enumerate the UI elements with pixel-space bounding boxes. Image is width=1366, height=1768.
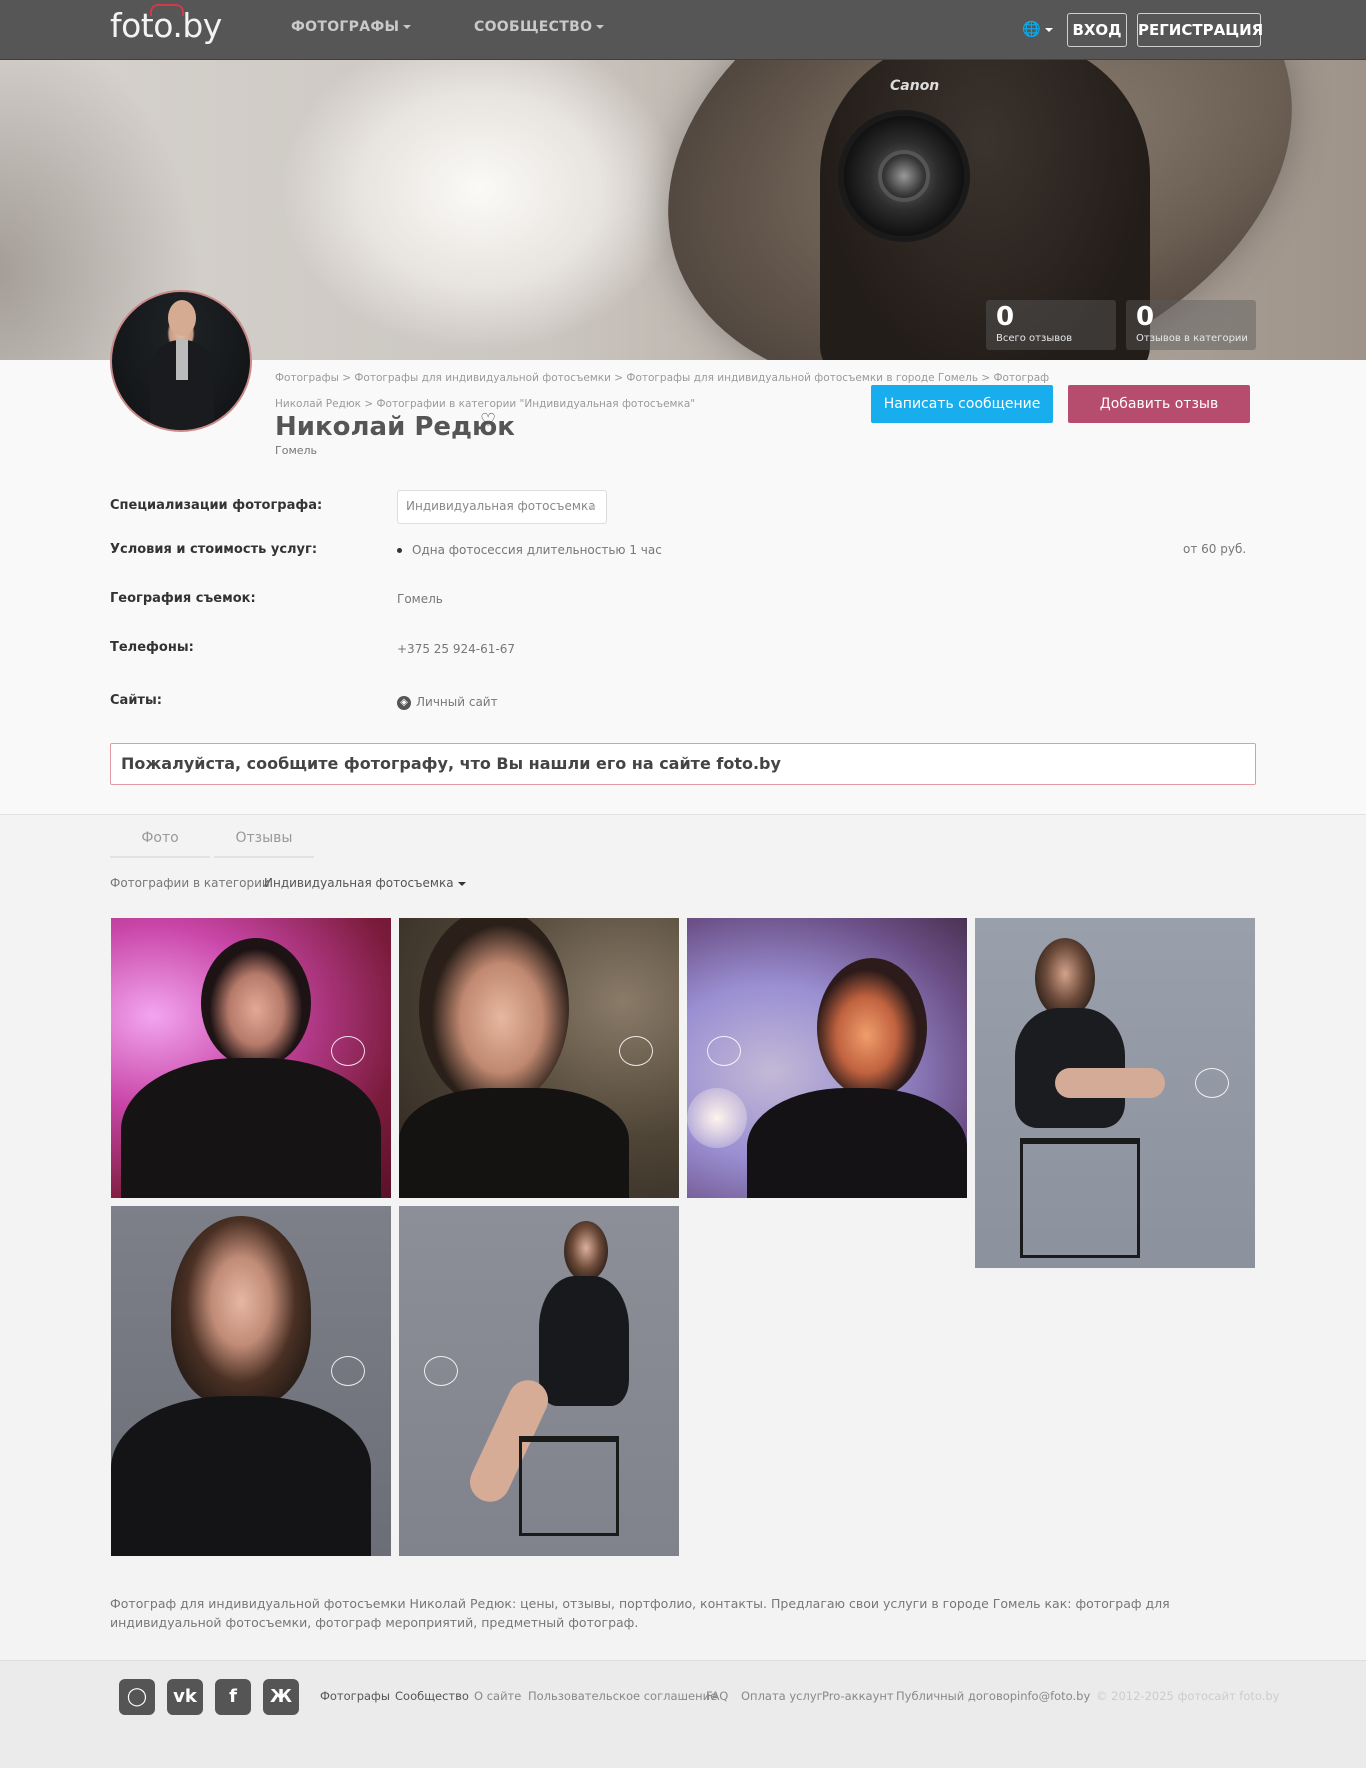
footer-link-faq[interactable]: FAQ [706, 1689, 728, 1703]
footer-link-community[interactable]: Сообщество [395, 1689, 469, 1703]
total-reviews-stat: 0 Всего отзывов [986, 300, 1116, 350]
avatar-shirt [176, 340, 188, 380]
globe-icon: ◈ [397, 695, 411, 710]
geography-value: Гомель [397, 592, 443, 606]
geography-label: География съемок: [110, 591, 256, 606]
photo-subject-body [121, 1058, 381, 1198]
photo-chair [1020, 1138, 1140, 1258]
globe-icon: 🌐 [1022, 20, 1041, 38]
photo-chair [519, 1436, 619, 1536]
category-filter-value: Индивидуальная фотосъемка [264, 876, 454, 890]
category-reviews-label: Отзывов в категории [1136, 333, 1248, 344]
write-message-button[interactable]: Написать сообщение [871, 385, 1053, 423]
photographer-avatar [110, 290, 252, 432]
specialization-value: Индивидуальная фотосъемка [406, 499, 596, 513]
favorite-heart-icon[interactable]: ♡ [480, 410, 496, 431]
portfolio-photo[interactable] [399, 1206, 679, 1556]
add-review-button[interactable]: Добавить отзыв [1068, 385, 1250, 423]
register-button[interactable]: РЕГИСТРАЦИЯ [1137, 13, 1263, 47]
total-reviews-label: Всего отзывов [996, 333, 1073, 344]
facebook-icon[interactable]: f [215, 1679, 251, 1715]
photo-subject-head [817, 958, 927, 1098]
logo-roof-icon [150, 4, 184, 16]
total-reviews-count: 0 [996, 302, 1015, 332]
nav-community-label: СООБЩЕСТВО [474, 19, 593, 35]
chevron-down-icon [403, 25, 412, 29]
category-reviews-count: 0 [1136, 302, 1155, 332]
portfolio-photo[interactable] [975, 918, 1255, 1268]
watermark-icon [331, 1356, 365, 1386]
nav-photographers-label: ФОТОГРАФЫ [291, 19, 400, 35]
nav-community[interactable]: СООБЩЕСТВО [474, 19, 605, 35]
language-selector[interactable]: 🌐 [1022, 20, 1053, 38]
camera-brand-label: Canon [890, 78, 940, 94]
top-navbar: foto.by ФОТОГРАФЫ СООБЩЕСТВО 🌐 ВХОД РЕГИ… [0, 0, 1366, 60]
watermark-icon [1195, 1068, 1229, 1098]
photographer-city: Гомель [275, 444, 318, 457]
personal-site-label: Личный сайт [416, 695, 498, 709]
category-filter-dropdown[interactable]: Индивидуальная фотосъемка [264, 876, 466, 890]
photo-subject-head [171, 1216, 311, 1406]
odnoklassniki-icon[interactable]: Ж [263, 1679, 299, 1715]
chevron-down-icon [1044, 27, 1053, 32]
seo-description: Фотограф для индивидуальной фотосъемки Н… [110, 1596, 1170, 1630]
footer: ◯ vk f Ж Фотографы Сообщество О сайте По… [0, 1660, 1366, 1768]
phones-label: Телефоны: [110, 640, 194, 655]
chevron-down-icon [457, 881, 466, 886]
phone-value[interactable]: +375 25 924-61-67 [397, 642, 515, 656]
category-filter-label: Фотографии в категории [110, 876, 270, 890]
photo-subject-body [539, 1276, 629, 1406]
photo-light-orb [687, 1088, 747, 1148]
footer-link-pro[interactable]: Pro-аккаунт [822, 1689, 894, 1703]
category-reviews-stat: 0 Отзывов в категории [1126, 300, 1256, 350]
login-button[interactable]: ВХОД [1067, 13, 1127, 47]
photo-subject-body [747, 1088, 967, 1198]
tab-reviews[interactable]: Отзывы [214, 822, 314, 858]
chevron-down-icon [588, 506, 596, 510]
terms-item: Одна фотосессия длительностью 1 час [397, 543, 662, 557]
photo-subject-body [399, 1088, 629, 1198]
portfolio-photo[interactable] [399, 918, 679, 1198]
personal-site-link[interactable]: ◈ Личный сайт [397, 695, 498, 710]
photographer-name: Николай Редюк [275, 412, 515, 442]
vk-icon[interactable]: vk [167, 1679, 203, 1715]
photo-subject-head [1035, 938, 1095, 1018]
footer-copyright: © 2012-2025 фотосайт foto.by [1096, 1689, 1280, 1703]
specialization-select[interactable]: Индивидуальная фотосъемка [397, 490, 607, 524]
notice-box: Пожалуйста, сообщите фотографу, что Вы н… [110, 743, 1256, 785]
watermark-icon [424, 1356, 458, 1386]
footer-link-payment[interactable]: Оплата услуг [741, 1689, 823, 1703]
tab-photos[interactable]: Фото [110, 822, 210, 858]
instagram-icon[interactable]: ◯ [119, 1679, 155, 1715]
camera-lens-inner [878, 150, 930, 202]
portfolio-photo[interactable] [111, 1206, 391, 1556]
terms-label: Условия и стоимость услуг: [110, 542, 318, 557]
photo-subject-body [111, 1396, 371, 1556]
photo-subject-head [201, 938, 311, 1068]
sites-label: Сайты: [110, 693, 162, 708]
terms-price: от 60 руб. [1183, 542, 1247, 556]
photo-subject-legs [1055, 1068, 1165, 1098]
footer-link-email[interactable]: info@foto.by [1017, 1689, 1090, 1703]
nav-photographers[interactable]: ФОТОГРАФЫ [291, 19, 412, 35]
watermark-icon [331, 1036, 365, 1066]
photo-subject-head [564, 1221, 608, 1281]
chevron-down-icon [596, 25, 605, 29]
footer-link-contract[interactable]: Публичный договор [896, 1689, 1017, 1703]
portfolio-photo[interactable] [111, 918, 391, 1198]
footer-link-photographers[interactable]: Фотографы [320, 1689, 390, 1703]
watermark-icon [707, 1036, 741, 1066]
footer-link-terms[interactable]: Пользовательское соглашение [528, 1689, 717, 1703]
watermark-icon [619, 1036, 653, 1066]
specialization-label: Специализации фотографа: [110, 498, 323, 513]
terms-value: Одна фотосессия длительностью 1 час [412, 543, 662, 557]
photo-subject-head [419, 918, 569, 1108]
avatar-face [168, 300, 196, 336]
footer-link-about[interactable]: О сайте [474, 1689, 521, 1703]
site-logo[interactable]: foto.by [110, 4, 222, 45]
bullet-icon [397, 548, 402, 553]
portfolio-photo[interactable] [687, 918, 967, 1198]
